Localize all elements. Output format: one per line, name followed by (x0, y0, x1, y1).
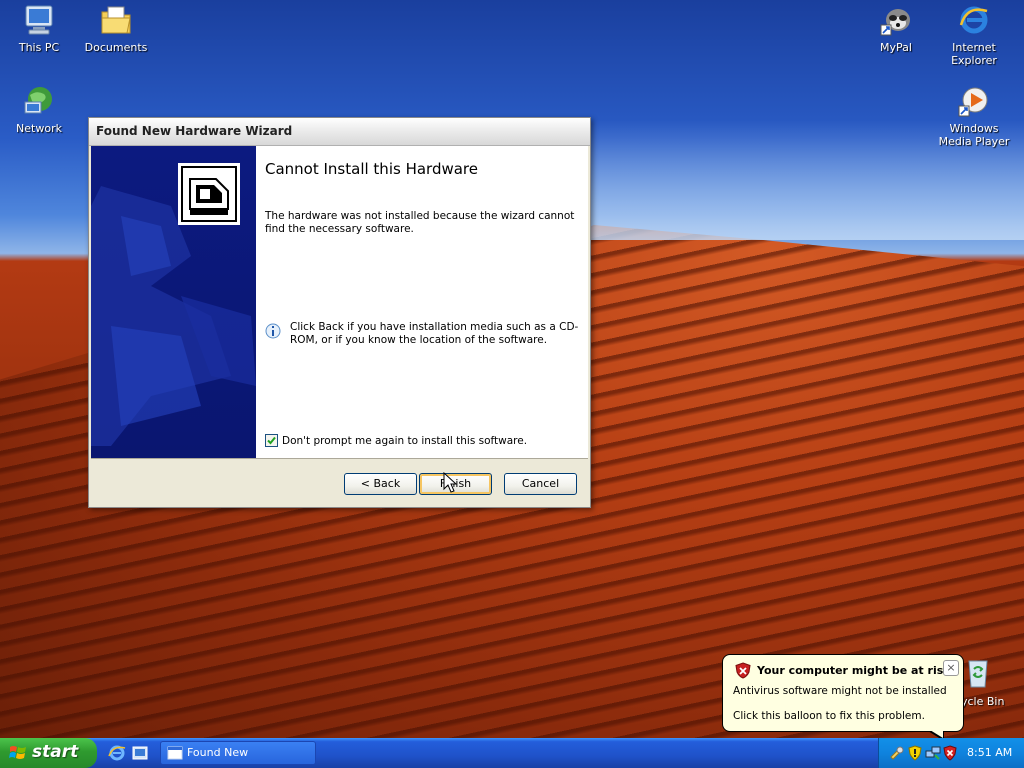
balloon-action-text: Click this balloon to fix this problem. (733, 710, 925, 722)
desktop-icon-windows-media-player[interactable]: Windows Media Player (936, 84, 1012, 148)
media-player-icon (958, 87, 988, 117)
system-tray: 8:51 AM (878, 738, 1024, 768)
wizard-heading: Cannot Install this Hardware (265, 160, 478, 178)
hardware-card-icon (178, 163, 240, 225)
info-icon (265, 323, 281, 339)
network-globe-icon (24, 87, 52, 114)
folder-icon (101, 6, 131, 34)
back-button[interactable]: < Back (344, 473, 417, 495)
raccoon-browser-icon (880, 9, 910, 36)
quick-launch-show-desktop-icon[interactable] (131, 744, 149, 762)
mouse-cursor-icon (443, 472, 457, 493)
tray-security-shield-icon[interactable] (907, 745, 923, 761)
dont-prompt-checkbox-row[interactable]: Don't prompt me again to install this so… (265, 434, 527, 447)
dialog-title-bar[interactable]: Found New Hardware Wizard (89, 118, 590, 146)
security-balloon[interactable]: Your computer might be at risk × Antivir… (722, 654, 964, 732)
balloon-close-button[interactable]: × (943, 660, 959, 676)
wizard-content: Cannot Install this Hardware The hardwar… (265, 146, 585, 458)
windows-flag-icon (9, 746, 26, 759)
dialog-title: Found New Hardware Wizard (96, 124, 293, 138)
desktop-icon-documents[interactable]: Documents (78, 3, 154, 54)
computer-icon (25, 5, 53, 35)
dialog-body: Cannot Install this Hardware The hardwar… (91, 146, 588, 458)
desktop-icon-network[interactable]: Network (1, 84, 77, 135)
desktop-icon-mypal[interactable]: MyPal (858, 3, 934, 54)
wizard-banner (91, 146, 256, 458)
tray-network-icon[interactable] (925, 745, 941, 761)
quick-launch-ie-icon[interactable] (108, 744, 126, 762)
desktop-icon-internet-explorer[interactable]: Internet Explorer (936, 3, 1012, 67)
dialog-separator (91, 458, 588, 459)
desktop-icon-label: ycle Bin (961, 695, 1005, 708)
desktop-icon-label: Windows Media Player (938, 122, 1010, 148)
clock[interactable]: 8:51 AM (967, 746, 1012, 759)
recycle-bin-icon (968, 660, 988, 688)
tray-alert-shield-icon[interactable] (942, 745, 958, 761)
cancel-button[interactable]: Cancel (504, 473, 577, 495)
desktop-icon-label: MyPal (880, 41, 912, 54)
start-label: start (32, 742, 79, 762)
balloon-title: Your computer might be at risk (757, 664, 951, 677)
taskbar-button-label: Found New Hardware... (187, 746, 249, 759)
desktop-icon-label: Internet Explorer (951, 41, 997, 67)
desktop-icon-label: Network (16, 122, 62, 135)
checkmark-icon (267, 436, 276, 445)
taskbar: start Found New Hardware... (0, 738, 1024, 768)
taskbar-button-hardware-wizard[interactable]: Found New Hardware... (160, 741, 316, 765)
wizard-description: The hardware was not installed because t… (265, 210, 575, 235)
window-icon (167, 746, 183, 760)
found-new-hardware-dialog[interactable]: Found New Hardware Wizard Cannot Install… (88, 117, 591, 508)
tray-hardware-icon[interactable] (889, 745, 905, 761)
checkbox-label: Don't prompt me again to install this so… (282, 434, 528, 447)
info-text: Click Back if you have installation medi… (290, 321, 579, 346)
balloon-tail-fill (930, 730, 943, 738)
desktop-icon-label: This PC (18, 41, 60, 54)
balloon-message: Antivirus software might not be installe… (733, 685, 947, 697)
desktop-icon-this-pc[interactable]: This PC (1, 3, 77, 54)
dont-prompt-checkbox[interactable] (265, 434, 278, 447)
desktop-icon-label: Documents (84, 41, 148, 54)
start-button[interactable]: start (0, 738, 97, 768)
security-shield-icon (735, 662, 751, 679)
internet-explorer-icon (959, 6, 988, 34)
